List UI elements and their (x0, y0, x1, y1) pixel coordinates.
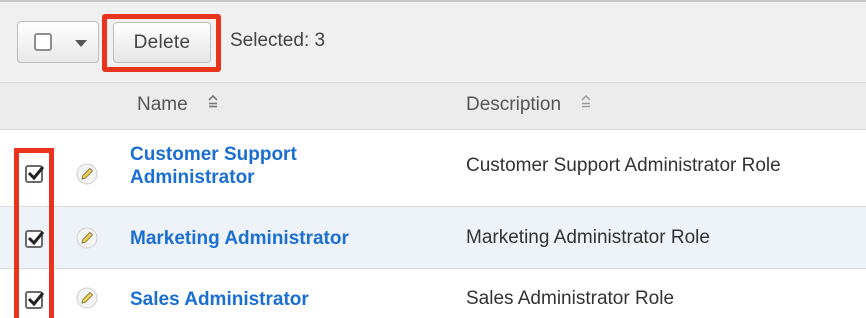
sort-icon[interactable] (207, 94, 219, 116)
role-name-line2: Administrator (130, 167, 255, 188)
column-header-description[interactable]: Description (466, 94, 592, 116)
role-description: Marketing Administrator Role (466, 227, 710, 248)
checkbox-column-highlight (14, 148, 54, 318)
select-all-checkbox[interactable] (34, 33, 52, 51)
column-header-name[interactable]: Name (137, 94, 219, 116)
table-row: Customer Support Administrator Customer … (0, 130, 866, 207)
pencil-icon[interactable] (76, 287, 98, 309)
role-description: Customer Support Administrator Role (466, 155, 781, 176)
list-toolbar: Delete Selected: 3 (0, 2, 866, 83)
table-header: Name Description (0, 83, 866, 130)
pencil-icon[interactable] (76, 227, 98, 249)
pencil-icon[interactable] (76, 163, 98, 185)
column-header-description-label: Description (466, 94, 562, 116)
role-name-link[interactable]: Sales Administrator (130, 288, 309, 311)
select-all-dropdown[interactable] (17, 21, 99, 63)
roles-list-view: Delete Selected: 3 Name Description Cust… (0, 0, 866, 318)
role-name-line1: Customer Support (130, 144, 297, 165)
selected-count: Selected: 3 (230, 30, 326, 51)
table-row: Marketing Administrator Marketing Admini… (0, 207, 866, 269)
role-name-link[interactable]: Marketing Administrator (130, 227, 349, 250)
role-name-link[interactable]: Customer Support Administrator (130, 143, 297, 189)
column-header-name-label: Name (137, 94, 188, 116)
chevron-down-icon[interactable] (75, 40, 87, 47)
role-description: Sales Administrator Role (466, 288, 675, 309)
sort-icon[interactable] (580, 94, 592, 116)
table-row: Sales Administrator Sales Administrator … (0, 269, 866, 318)
delete-button-highlight (102, 14, 221, 72)
